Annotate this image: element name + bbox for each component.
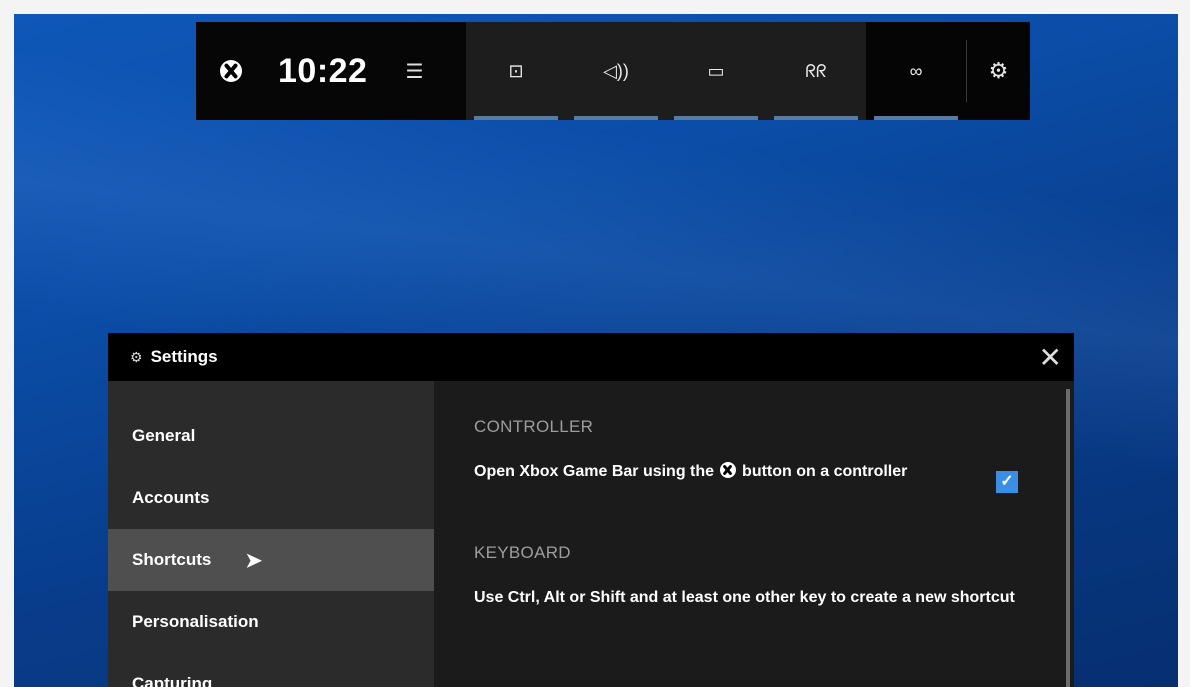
- xbox-game-bar: 10:22 ☰ ⊡ ◁)) ▭ ᖇᖇ ∞ ⚙: [196, 22, 1030, 120]
- controller-setting-text: Open Xbox Game Bar using the button on a …: [474, 461, 944, 483]
- capture-icon[interactable]: ⊡: [466, 22, 566, 120]
- controller-setting-row: Open Xbox Game Bar using the button on a …: [474, 461, 1034, 493]
- desktop-background: 10:22 ☰ ⊡ ◁)) ▭ ᖇᖇ ∞ ⚙ ⚙ Settings ✕ Gene…: [14, 14, 1178, 687]
- mouse-cursor-icon: ➤: [245, 549, 263, 572]
- game-bar-right: ∞ ⚙: [866, 22, 1030, 120]
- widget-tray: ⊡ ◁)) ▭ ᖇᖇ: [466, 22, 866, 120]
- performance-icon[interactable]: ▭: [666, 22, 766, 120]
- xbox-button-icon: [720, 462, 737, 478]
- controller-heading: CONTROLLER: [474, 417, 594, 436]
- nav-item-label: Shortcuts: [132, 550, 212, 569]
- nav-item-personalisation[interactable]: Personalisation: [108, 591, 434, 653]
- keyboard-heading: KEYBOARD: [474, 543, 571, 562]
- close-icon[interactable]: ✕: [1039, 341, 1062, 374]
- nav-item-shortcuts[interactable]: Shortcuts ➤: [108, 529, 434, 591]
- controller-text-before: Open Xbox Game Bar using the: [474, 463, 715, 480]
- settings-window: ⚙ Settings ✕ General Accounts Shortcuts …: [108, 333, 1074, 687]
- controller-text-after: button on a controller: [742, 463, 908, 480]
- settings-title: Settings: [150, 347, 218, 366]
- settings-title-gear-icon: ⚙: [130, 348, 143, 365]
- widget-menu-icon[interactable]: ☰: [405, 59, 423, 84]
- keyboard-description: Use Ctrl, Alt or Shift and at least one …: [474, 589, 1015, 606]
- settings-content: CONTROLLER Open Xbox Game Bar using the b…: [434, 381, 1074, 687]
- settings-nav: General Accounts Shortcuts ➤ Personalisa…: [108, 381, 434, 687]
- nav-item-accounts[interactable]: Accounts: [108, 467, 434, 529]
- social-icon[interactable]: ᖇᖇ: [766, 22, 866, 120]
- controller-checkbox[interactable]: ✓: [996, 471, 1018, 493]
- game-bar-home: 10:22 ☰: [196, 22, 466, 120]
- settings-titlebar: ⚙ Settings ✕: [108, 333, 1074, 381]
- settings-gear-icon[interactable]: ⚙: [967, 22, 1030, 120]
- nav-item-general[interactable]: General: [108, 405, 434, 467]
- clock: 10:22: [278, 51, 368, 90]
- looking-for-group-icon[interactable]: ∞: [866, 22, 966, 120]
- audio-icon[interactable]: ◁)): [566, 22, 666, 120]
- nav-item-capturing[interactable]: Capturing: [108, 653, 434, 687]
- xbox-logo-icon[interactable]: [220, 60, 242, 82]
- scrollbar[interactable]: [1066, 389, 1070, 687]
